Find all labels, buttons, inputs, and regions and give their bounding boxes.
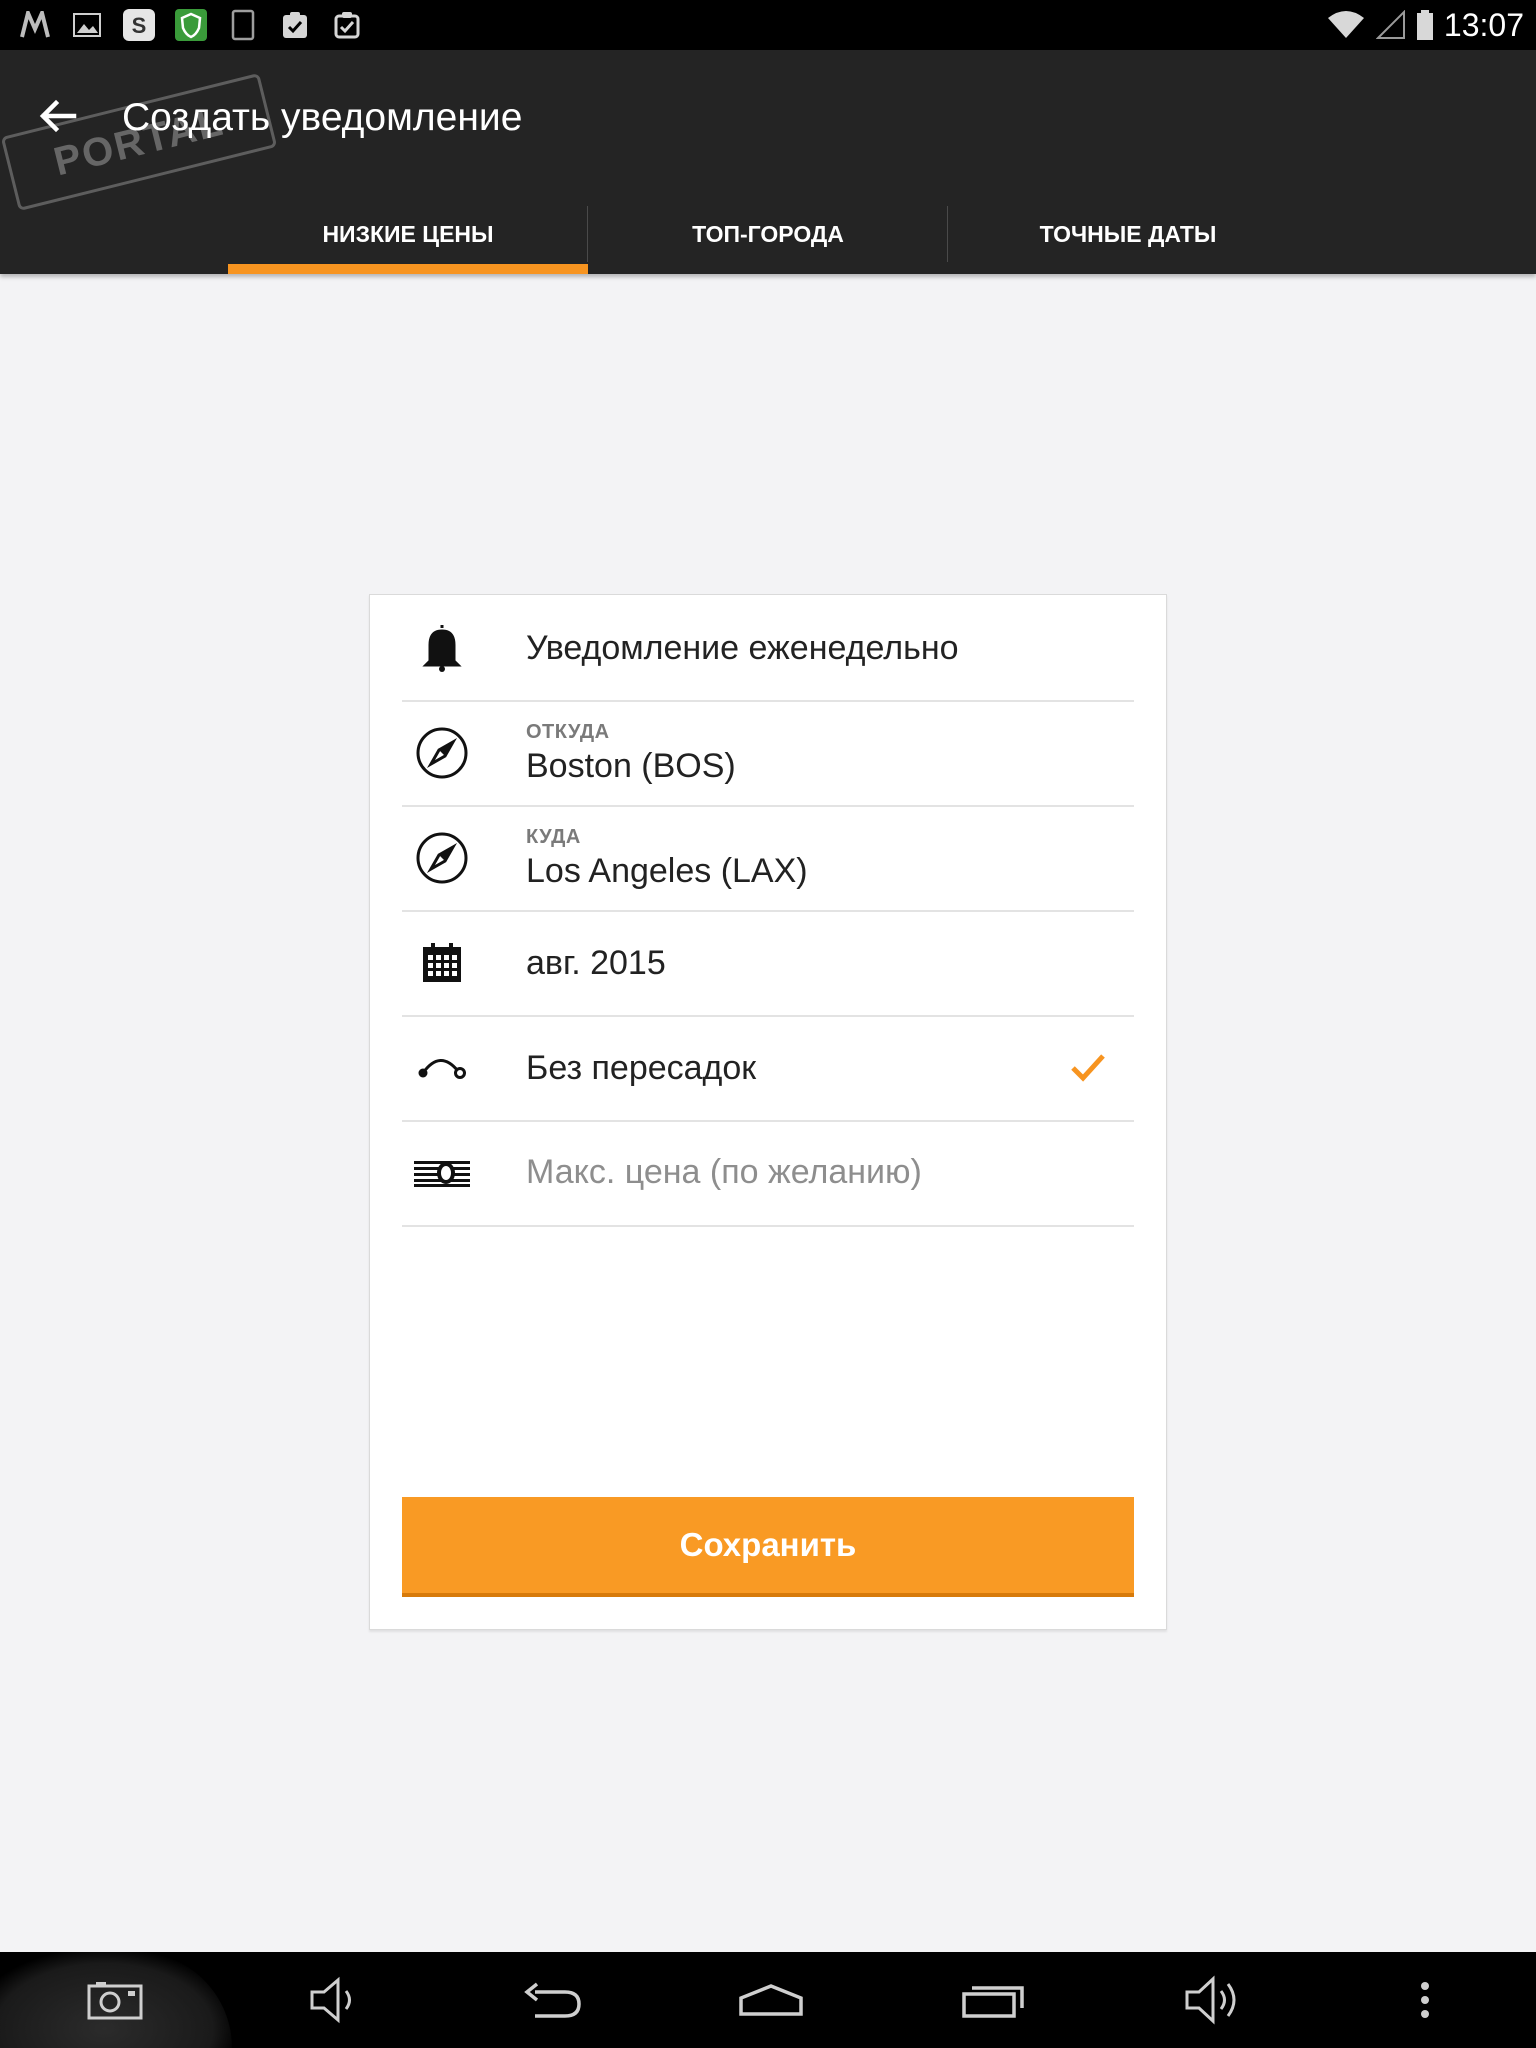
image-icon bbox=[70, 8, 104, 42]
volume-up-icon bbox=[1185, 1975, 1236, 2025]
tablet-icon bbox=[226, 8, 260, 42]
overflow-icon bbox=[1421, 1982, 1429, 2018]
m-app-icon bbox=[18, 8, 52, 42]
signal-icon bbox=[1375, 10, 1405, 39]
compass-icon bbox=[412, 700, 472, 805]
volume-up-button[interactable] bbox=[1170, 1952, 1260, 2048]
bell-icon bbox=[412, 595, 472, 700]
screenshot-button[interactable] bbox=[70, 1952, 160, 2048]
tab-label: ТОП-ГОРОДА bbox=[692, 220, 844, 247]
clock: 13:07 bbox=[1443, 6, 1524, 43]
alert-form-card: Уведомление еженедельно ОТКУДА Boston (B… bbox=[369, 594, 1167, 1630]
date-row[interactable]: авг. 2015 bbox=[402, 910, 1134, 1017]
back-nav-button[interactable] bbox=[508, 1952, 598, 2048]
clipboard-check-icon bbox=[278, 8, 312, 42]
tab-label: ТОЧНЫЕ ДАТЫ bbox=[1039, 220, 1217, 247]
clipboard-check-icon bbox=[330, 8, 364, 42]
frequency-row[interactable]: Уведомление еженедельно bbox=[402, 595, 1134, 702]
origin-value: Boston (BOS) bbox=[526, 746, 736, 785]
home-button[interactable] bbox=[726, 1952, 816, 2048]
frequency-label: Уведомление еженедельно bbox=[526, 628, 959, 667]
calendar-icon bbox=[412, 910, 472, 1015]
notification-icons: S bbox=[18, 8, 364, 42]
origin-row[interactable]: ОТКУДА Boston (BOS) bbox=[402, 700, 1134, 807]
check-icon bbox=[1070, 1015, 1106, 1120]
direct-flights-label: Без пересадок bbox=[526, 1048, 757, 1087]
tab-label: НИЗКИЕ ЦЕНЫ bbox=[322, 220, 494, 247]
arrow-left-icon bbox=[39, 99, 77, 133]
back-button[interactable] bbox=[38, 96, 94, 136]
compass-icon bbox=[412, 805, 472, 910]
home-icon bbox=[739, 1984, 803, 2016]
max-price-input[interactable]: Макс. цена (по желанию) bbox=[526, 1153, 922, 1192]
date-value: авг. 2015 bbox=[526, 943, 666, 982]
skype-icon: S bbox=[122, 8, 156, 42]
max-price-row[interactable]: Макс. цена (по желанию) bbox=[402, 1120, 1134, 1227]
direct-flights-row[interactable]: Без пересадок bbox=[402, 1015, 1134, 1122]
status-bar: S 13:07 bbox=[0, 0, 1536, 50]
route-icon bbox=[412, 1015, 472, 1120]
shield-app-icon bbox=[174, 8, 208, 42]
overflow-menu-button[interactable] bbox=[1395, 1952, 1455, 2048]
screenshot-icon bbox=[87, 1982, 143, 2020]
tab-top-cities[interactable]: ТОП-ГОРОДА bbox=[588, 194, 948, 274]
volume-down-icon bbox=[310, 1976, 351, 2024]
destination-row[interactable]: КУДА Los Angeles (LAX) bbox=[402, 805, 1134, 912]
status-right: 13:07 bbox=[1326, 0, 1536, 50]
page-title: Создать уведомление bbox=[122, 96, 523, 139]
battery-icon bbox=[1416, 10, 1433, 40]
destination-caption: КУДА bbox=[526, 825, 581, 848]
svg-text:S: S bbox=[132, 13, 147, 38]
recents-button[interactable] bbox=[948, 1952, 1038, 2048]
tab-bar: НИЗКИЕ ЦЕНЫ ТОП-ГОРОДА ТОЧНЫЕ ДАТЫ bbox=[228, 194, 1308, 274]
system-nav-bar bbox=[0, 1952, 1536, 2048]
volume-down-button[interactable] bbox=[290, 1952, 380, 2048]
save-button[interactable]: Сохранить bbox=[402, 1497, 1134, 1597]
origin-caption: ОТКУДА bbox=[526, 720, 610, 743]
money-icon bbox=[412, 1120, 472, 1225]
destination-value: Los Angeles (LAX) bbox=[526, 851, 808, 890]
recents-icon bbox=[962, 1986, 1024, 2018]
wifi-icon bbox=[1327, 11, 1364, 38]
tab-exact-dates[interactable]: ТОЧНЫЕ ДАТЫ bbox=[948, 194, 1308, 274]
app-bar: PORTAL Создать уведомление НИЗКИЕ ЦЕНЫ Т… bbox=[0, 50, 1536, 274]
back-icon bbox=[524, 1982, 581, 2018]
tab-low-prices[interactable]: НИЗКИЕ ЦЕНЫ bbox=[228, 194, 588, 274]
